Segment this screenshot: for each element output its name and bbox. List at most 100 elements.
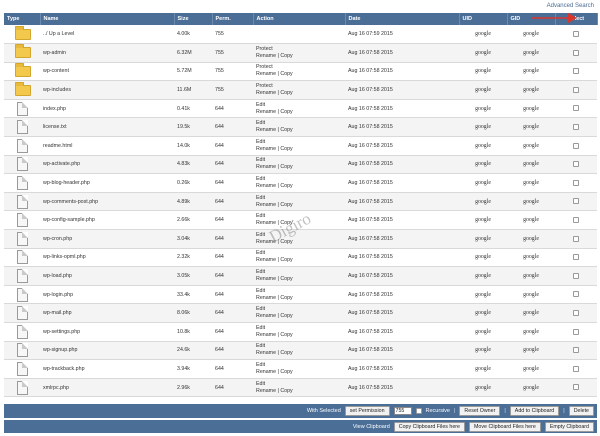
primary-action-link[interactable]: Edit <box>256 325 342 332</box>
table-row[interactable]: wp-trackback.php 3.94k 644 Edit Rename | Cop… <box>4 359 597 379</box>
table-row[interactable]: wp-config-sample.php 2.66k 644 Edit Rename |… <box>4 210 597 231</box>
file-gid[interactable]: google <box>507 359 555 379</box>
file-name[interactable]: wp-login.php <box>40 285 174 305</box>
table-row[interactable]: wp-comments-post.php 4.89k 644 Edit Rename |… <box>4 192 597 212</box>
file-uid[interactable]: google <box>459 322 507 342</box>
table-row[interactable]: wp-settings.php 10.8k 644 Edit Rename | Copy… <box>4 322 597 342</box>
select-checkbox[interactable] <box>573 291 579 298</box>
file-perm[interactable]: 644 <box>212 285 253 305</box>
file-icon[interactable] <box>17 138 28 153</box>
file-uid[interactable]: google <box>459 378 507 398</box>
select-checkbox[interactable] <box>573 384 579 391</box>
file-name[interactable]: wp-cron.php <box>40 229 174 249</box>
file-name[interactable]: wp-trackback.php <box>40 359 174 379</box>
file-name[interactable]: wp-settings.php <box>40 322 174 342</box>
rename-copy-links[interactable]: Rename | Copy <box>256 276 342 283</box>
recursive-checkbox[interactable] <box>415 408 422 414</box>
file-uid[interactable]: google <box>459 266 507 286</box>
rename-copy-links[interactable]: Rename | Copy <box>256 369 342 376</box>
file-gid[interactable]: google <box>507 136 555 156</box>
permission-input[interactable] <box>393 407 412 415</box>
file-name[interactable]: wp-links-opml.php <box>40 248 174 268</box>
file-name[interactable]: wp-admin <box>40 43 174 63</box>
rename-copy-links[interactable]: Rename | Copy <box>256 388 342 395</box>
file-icon[interactable] <box>17 120 28 135</box>
file-perm[interactable]: 755 <box>212 80 253 100</box>
delete-button[interactable]: Delete <box>568 406 594 416</box>
select-checkbox[interactable] <box>573 30 579 37</box>
file-perm[interactable]: 644 <box>212 99 253 119</box>
file-gid[interactable]: google <box>507 341 555 361</box>
file-uid[interactable]: google <box>459 43 507 63</box>
rename-copy-links[interactable]: Rename | Copy <box>256 220 342 227</box>
rename-copy-links[interactable]: Rename | Copy <box>256 295 342 302</box>
file-perm[interactable]: 644 <box>212 248 253 268</box>
primary-action-link[interactable]: Edit <box>256 157 342 164</box>
table-row[interactable]: wp-content 5.72M 755 Protect Rename | Copy Au… <box>4 62 597 82</box>
table-row[interactable]: wp-mail.php 8.06k 644 Edit Rename | Copy Aug … <box>4 303 597 323</box>
file-name[interactable]: wp-load.php <box>40 266 174 286</box>
rename-copy-links[interactable]: Rename | Copy <box>256 350 342 357</box>
file-gid[interactable]: google <box>507 80 555 100</box>
file-icon[interactable] <box>17 324 28 339</box>
file-uid[interactable]: google <box>459 173 507 193</box>
rename-copy-links[interactable]: Rename | Copy <box>256 183 342 190</box>
table-row[interactable]: wp-admin 6.32M 755 Protect Rename | Copy Aug … <box>4 43 597 63</box>
rename-copy-links[interactable]: Rename | Copy <box>256 53 342 60</box>
file-gid[interactable]: google <box>507 117 555 138</box>
table-row[interactable]: license.txt 19.5k 644 Edit Rename | Copy Aug … <box>4 117 597 138</box>
primary-action-link[interactable]: Edit <box>256 120 342 127</box>
file-perm[interactable]: 755 <box>212 43 253 63</box>
file-perm[interactable]: 644 <box>212 136 253 156</box>
add-clipboard-button[interactable]: Add to Clipboard <box>509 406 560 416</box>
file-icon[interactable] <box>17 101 28 116</box>
select-checkbox[interactable] <box>573 365 579 372</box>
select-checkbox[interactable] <box>573 254 579 261</box>
select-checkbox[interactable] <box>573 105 579 112</box>
file-perm[interactable]: 644 <box>212 322 253 342</box>
file-gid[interactable]: google <box>507 155 555 175</box>
file-gid[interactable]: google <box>507 99 555 119</box>
col-date[interactable]: Date <box>345 13 460 25</box>
rename-copy-links[interactable]: Rename | Copy <box>256 109 342 116</box>
rename-copy-links[interactable]: Rename | Copy <box>256 257 342 264</box>
select-checkbox[interactable] <box>573 198 579 205</box>
set-permission-button[interactable]: set Permission <box>344 406 390 416</box>
file-icon[interactable] <box>17 231 28 246</box>
rename-copy-links[interactable]: Rename | Copy <box>256 146 342 153</box>
primary-action-link[interactable]: Protect <box>256 83 342 90</box>
file-name[interactable]: wp-signup.php <box>40 341 174 361</box>
file-gid[interactable]: google <box>507 62 555 82</box>
file-uid[interactable]: google <box>459 99 507 119</box>
primary-action-link[interactable]: Edit <box>256 306 342 313</box>
rename-copy-links[interactable]: Rename | Copy <box>256 90 342 97</box>
rename-copy-links[interactable]: Rename | Copy <box>256 239 342 246</box>
select-checkbox[interactable] <box>573 272 579 279</box>
primary-action-link[interactable]: Edit <box>256 288 342 295</box>
file-perm[interactable]: 644 <box>212 117 253 138</box>
file-uid[interactable]: google <box>459 341 507 361</box>
rename-copy-links[interactable]: Rename | Copy <box>256 332 342 339</box>
folder-icon[interactable] <box>15 44 31 59</box>
table-row[interactable]: readme.html 14.0k 644 Edit Rename | Copy Aug … <box>4 136 597 156</box>
primary-action-link[interactable]: Edit <box>256 362 342 369</box>
view-clipboard-link[interactable]: View Clipboard <box>353 424 390 430</box>
file-uid[interactable]: google <box>459 359 507 379</box>
file-gid[interactable]: google <box>507 378 555 398</box>
file-uid[interactable]: google <box>459 285 507 305</box>
table-row[interactable]: wp-includes 11.6M 755 Protect Rename | Copy A… <box>4 80 597 100</box>
file-name[interactable]: wp-mail.php <box>40 303 174 323</box>
table-row[interactable]: wp-blog-header.php 0.26k 644 Edit Rename | C… <box>4 173 597 193</box>
col-uid[interactable]: UID <box>459 13 508 25</box>
select-checkbox[interactable] <box>573 217 579 224</box>
file-gid[interactable]: google <box>507 303 555 323</box>
table-row[interactable]: xmlrpc.php 2.96k 644 Edit Rename | Copy Aug 1… <box>4 378 597 398</box>
file-uid[interactable]: google <box>459 229 507 249</box>
file-gid[interactable]: google <box>507 229 555 249</box>
file-icon[interactable] <box>17 306 28 321</box>
file-icon[interactable] <box>17 194 28 209</box>
folder-icon[interactable] <box>15 25 31 40</box>
file-gid[interactable]: google <box>507 192 555 212</box>
table-row[interactable]: wp-cron.php 3.04k 644 Edit Rename | Copy Aug … <box>4 229 597 249</box>
rename-copy-links[interactable]: Rename | Copy <box>256 127 342 134</box>
